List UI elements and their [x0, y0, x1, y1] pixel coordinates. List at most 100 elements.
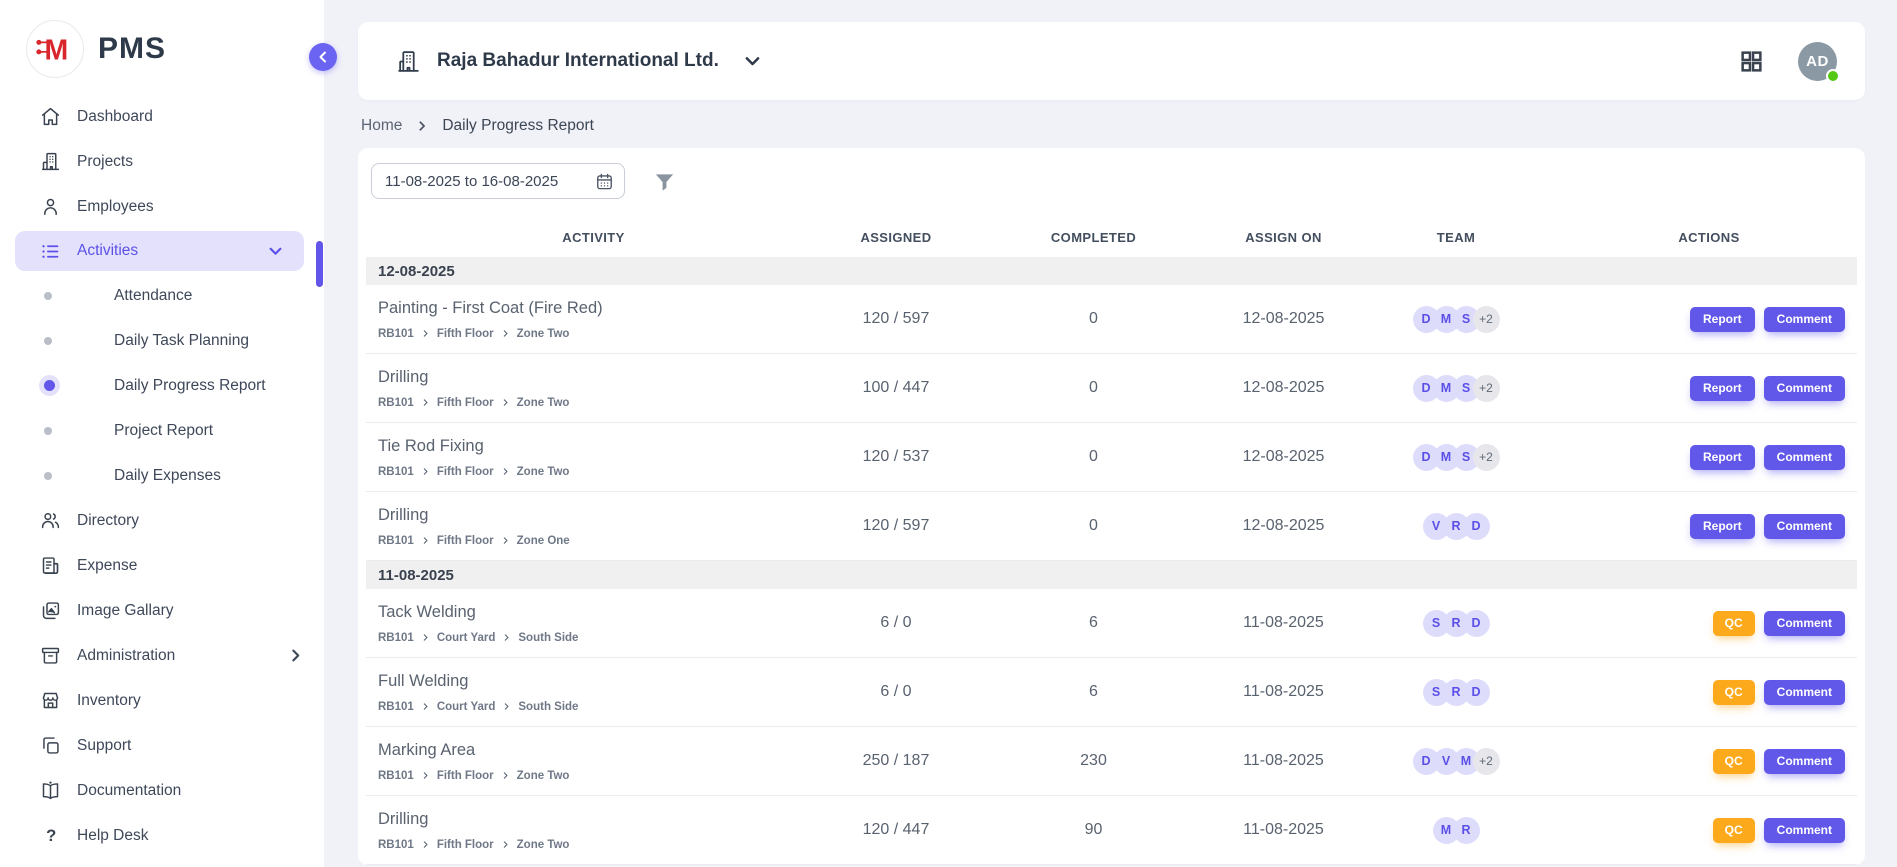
chevron-right-icon: [422, 772, 429, 779]
date-group-header: 12-08-2025: [366, 257, 1857, 285]
comment-button[interactable]: Comment: [1764, 376, 1845, 401]
comment-button[interactable]: Comment: [1764, 680, 1845, 705]
svg-text:?: ?: [46, 826, 56, 845]
sidebar-item-image-gallery[interactable]: Image Gallary: [0, 588, 324, 633]
column-header-actions: ACTIONS: [1561, 230, 1857, 245]
path-segment: RB101: [378, 770, 414, 782]
activity-title: Tack Welding: [378, 603, 821, 622]
receipt-icon: [40, 555, 61, 576]
sidebar-item-help-desk[interactable]: ? Help Desk: [0, 813, 324, 858]
activity-title: Marking Area: [378, 741, 821, 760]
comment-button[interactable]: Comment: [1764, 818, 1845, 843]
completed-value: 0: [971, 448, 1216, 466]
report-button[interactable]: Report: [1690, 445, 1755, 470]
team-avatar: D: [1463, 610, 1490, 637]
assign-on-date: 12-08-2025: [1216, 310, 1351, 328]
sidebar-item-attendance[interactable]: Attendance: [0, 273, 324, 318]
sidebar-item-daily-expenses[interactable]: Daily Expenses: [0, 453, 324, 498]
chevron-right-icon: [502, 399, 509, 406]
date-group-header: 11-08-2025: [366, 561, 1857, 589]
comment-button[interactable]: Comment: [1764, 514, 1845, 539]
qc-button[interactable]: QC: [1713, 818, 1755, 843]
assigned-value: 120 / 447: [821, 821, 971, 839]
completed-value: 0: [971, 310, 1216, 328]
activity-location-path: RB101 Fifth Floor Zone Two: [378, 328, 821, 340]
breadcrumb-home-link[interactable]: Home: [361, 117, 402, 135]
sidebar-item-expense[interactable]: Expense: [0, 543, 324, 588]
report-button[interactable]: Report: [1690, 376, 1755, 401]
path-segment: Court Yard: [437, 701, 496, 713]
chevron-right-icon: [503, 703, 510, 710]
qc-button[interactable]: QC: [1713, 749, 1755, 774]
sidebar-item-inventory[interactable]: Inventory: [0, 678, 324, 723]
sidebar-item-label: Activities: [77, 242, 138, 260]
copy-squares-icon: [40, 735, 61, 756]
comment-button[interactable]: Comment: [1764, 445, 1845, 470]
breadcrumb: Home Daily Progress Report: [361, 117, 1865, 135]
completed-value: 230: [971, 752, 1216, 770]
filter-funnel-icon[interactable]: [653, 170, 676, 193]
bullet-dot-icon: [44, 292, 52, 300]
date-range-input[interactable]: 11-08-2025 to 16-08-2025: [371, 163, 625, 199]
report-button[interactable]: Report: [1690, 514, 1755, 539]
path-segment: South Side: [518, 701, 578, 713]
chevron-down-icon: [269, 245, 282, 258]
chevron-right-icon: [422, 399, 429, 406]
open-book-icon: [40, 780, 61, 801]
sidebar-item-documentation[interactable]: Documentation: [0, 768, 324, 813]
table-row: Drilling RB101 Fifth Floor Zone Two 120 …: [366, 796, 1857, 865]
chevron-right-icon: [422, 468, 429, 475]
apps-grid-icon[interactable]: [1739, 49, 1764, 74]
qc-button[interactable]: QC: [1713, 611, 1755, 636]
activity-title: Drilling: [378, 810, 821, 829]
building-icon: [40, 151, 61, 172]
path-segment: RB101: [378, 701, 414, 713]
list-icon: [40, 241, 61, 262]
table-row: Drilling RB101 Fifth Floor Zone One 120 …: [366, 492, 1857, 561]
sidebar-collapse-button[interactable]: [309, 43, 337, 71]
chevron-right-icon: [422, 841, 429, 848]
sidebar-item-activities[interactable]: Activities: [15, 231, 304, 271]
app-logo[interactable]: M PMS: [0, 0, 324, 78]
sidebar-item-directory[interactable]: Directory: [0, 498, 324, 543]
sidebar-item-administration[interactable]: Administration: [0, 633, 324, 678]
qc-button[interactable]: QC: [1713, 680, 1755, 705]
sidebar-item-dashboard[interactable]: Dashboard: [0, 94, 324, 139]
column-header-completed: COMPLETED: [971, 230, 1216, 245]
sidebar-item-employees[interactable]: Employees: [0, 184, 324, 229]
activity-location-path: RB101 Fifth Floor Zone One: [378, 535, 821, 547]
sidebar-item-support[interactable]: Support: [0, 723, 324, 768]
activity-location-path: RB101 Fifth Floor Zone Two: [378, 839, 821, 851]
sidebar-item-project-report[interactable]: Project Report: [0, 408, 324, 453]
breadcrumb-current: Daily Progress Report: [442, 117, 594, 135]
sidebar-item-daily-task-planning[interactable]: Daily Task Planning: [0, 318, 324, 363]
comment-button[interactable]: Comment: [1764, 307, 1845, 332]
sidebar-item-projects[interactable]: Projects: [0, 139, 324, 184]
chevron-left-icon: [317, 51, 329, 63]
sidebar-item-daily-progress-report[interactable]: Daily Progress Report: [0, 363, 324, 408]
activity-location-path: RB101 Fifth Floor Zone Two: [378, 770, 821, 782]
chevron-right-icon: [502, 468, 509, 475]
archive-box-icon: [40, 645, 61, 666]
chevron-right-icon: [502, 841, 509, 848]
path-segment: Zone Two: [517, 328, 570, 340]
assign-on-date: 12-08-2025: [1216, 517, 1351, 535]
table-row: Tie Rod Fixing RB101 Fifth Floor Zone Tw…: [366, 423, 1857, 492]
activity-location-path: RB101 Fifth Floor Zone Two: [378, 466, 821, 478]
question-mark-icon: ?: [40, 825, 61, 846]
report-button[interactable]: Report: [1690, 307, 1755, 332]
sidebar-item-label: Documentation: [77, 782, 181, 800]
assign-on-date: 11-08-2025: [1216, 821, 1351, 839]
assign-on-date: 12-08-2025: [1216, 448, 1351, 466]
company-selector[interactable]: Raja Bahadur International Ltd.: [396, 49, 760, 74]
completed-value: 0: [971, 379, 1216, 397]
comment-button[interactable]: Comment: [1764, 611, 1845, 636]
header-actions: AD: [1739, 42, 1837, 81]
user-avatar[interactable]: AD: [1798, 42, 1837, 81]
assigned-value: 120 / 537: [821, 448, 971, 466]
path-segment: Zone Two: [517, 770, 570, 782]
activity-location-path: RB101 Court Yard South Side: [378, 632, 821, 644]
comment-button[interactable]: Comment: [1764, 749, 1845, 774]
column-header-assign-on: ASSIGN ON: [1216, 230, 1351, 245]
completed-value: 90: [971, 821, 1216, 839]
